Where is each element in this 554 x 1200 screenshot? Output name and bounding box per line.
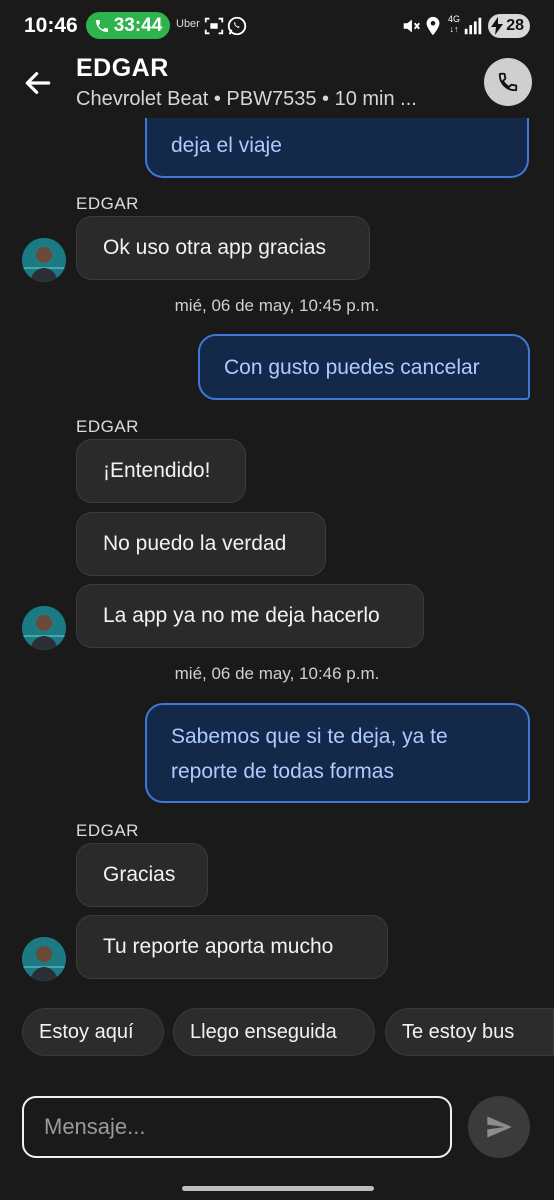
vehicle-info: Chevrolet Beat • PBW7535 • 10 min ...: [76, 88, 417, 110]
timestamp: mié, 06 de may, 10:46 p.m.: [174, 664, 380, 683]
incoming-message[interactable]: Gracias: [76, 843, 208, 907]
quick-reply-label: Llego enseguida: [190, 1020, 337, 1043]
send-icon: [487, 1116, 512, 1138]
send-button[interactable]: [468, 1096, 530, 1158]
avatar: [22, 606, 66, 650]
message-text: Ok uso otra app gracias: [103, 236, 326, 259]
quick-reply-chip[interactable]: Estoy aquí: [22, 1008, 164, 1056]
call-button[interactable]: [484, 58, 532, 106]
incoming-message[interactable]: No puedo la verdad: [76, 512, 326, 576]
message-text: No puedo la verdad: [103, 532, 287, 555]
signal-icon: [464, 17, 482, 35]
battery-level: 28: [506, 17, 524, 34]
incoming-message[interactable]: ¡Entendido!: [76, 439, 246, 503]
message-text: deja el viaje: [171, 134, 282, 157]
sender-name: EDGAR: [76, 194, 139, 213]
ongoing-call-pill[interactable]: 33:44: [86, 12, 170, 39]
message-text: Gracias: [103, 863, 176, 886]
message-text: Tu reporte aporta mucho: [103, 935, 334, 958]
screenshot-icon: [204, 17, 224, 35]
message-text-line: reporte de todas formas: [171, 760, 394, 783]
quick-reply-chip[interactable]: Te estoy bus: [385, 1008, 554, 1056]
back-arrow-icon[interactable]: [22, 67, 54, 99]
status-time: 10:46: [24, 14, 78, 37]
phone-icon: [498, 72, 518, 92]
whatsapp-icon: [227, 16, 247, 36]
call-timer: 33:44: [113, 14, 163, 36]
quick-reply-label: Te estoy bus: [402, 1020, 515, 1043]
message-text-line: Sabemos que si te deja, ya te: [171, 725, 448, 748]
quick-reply-label: Estoy aquí: [39, 1020, 134, 1043]
mute-vibrate-icon: [403, 19, 420, 33]
message-text: La app ya no me deja hacerlo: [103, 604, 380, 627]
incoming-message[interactable]: La app ya no me deja hacerlo: [76, 584, 424, 648]
home-indicator[interactable]: [182, 1186, 374, 1191]
avatar: [22, 238, 66, 282]
outgoing-message[interactable]: Sabemos que si te deja, ya te reporte de…: [145, 703, 530, 803]
outgoing-message[interactable]: Con gusto puedes cancelar: [198, 334, 530, 400]
phone-call-icon: [95, 19, 108, 32]
network-type-label: 4G ↓↑: [447, 14, 460, 34]
quick-reply-chip[interactable]: Llego enseguida: [173, 1008, 375, 1056]
location-icon: [426, 16, 440, 36]
avatar: [22, 937, 66, 981]
battery-indicator: 28: [488, 14, 530, 38]
message-text: ¡Entendido!: [103, 459, 211, 482]
message-text: Con gusto puedes cancelar: [224, 355, 480, 379]
message-input[interactable]: [22, 1096, 452, 1158]
uber-notification-label: Uber: [176, 18, 200, 30]
incoming-message[interactable]: Ok uso otra app gracias: [76, 216, 370, 280]
sender-name: EDGAR: [76, 417, 139, 436]
sender-name: EDGAR: [76, 821, 139, 840]
incoming-message[interactable]: Tu reporte aporta mucho: [76, 915, 388, 979]
timestamp: mié, 06 de may, 10:45 p.m.: [174, 296, 380, 315]
contact-name: EDGAR: [76, 54, 169, 82]
chat-header: EDGAR Chevrolet Beat • PBW7535 • 10 min …: [0, 50, 554, 118]
charging-bolt-icon: [491, 17, 503, 35]
